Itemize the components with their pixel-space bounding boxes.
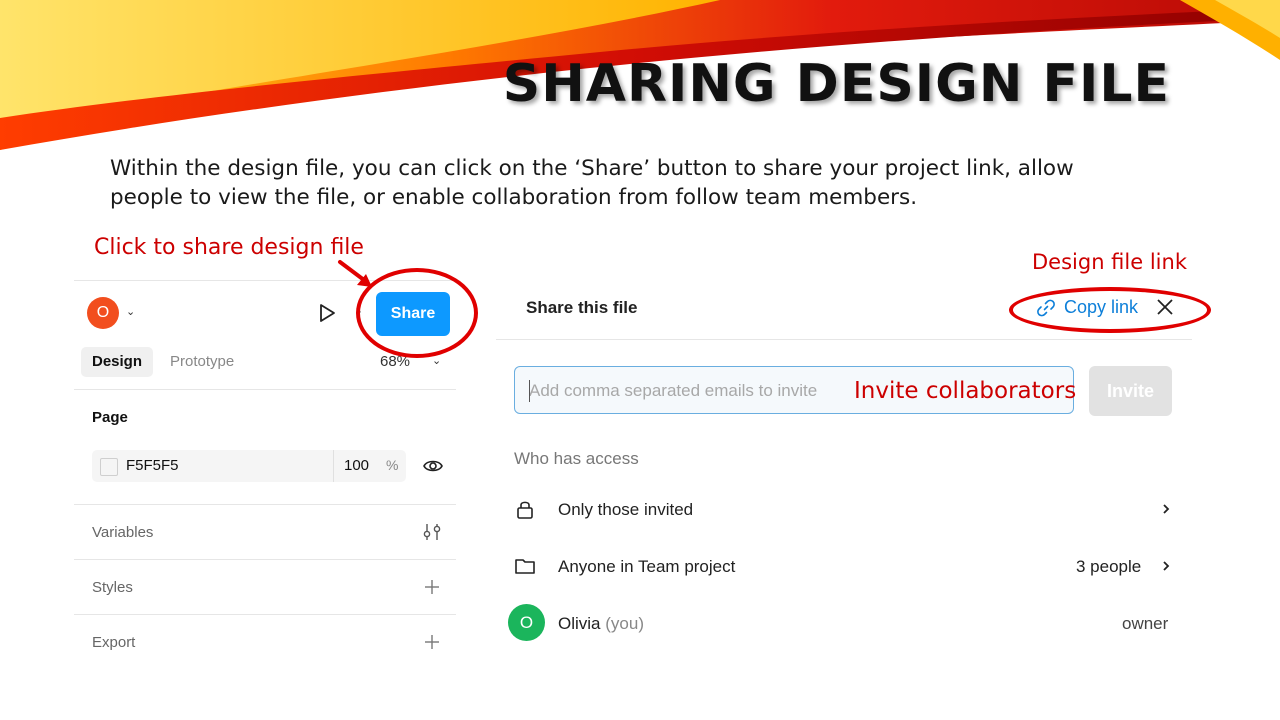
intro-paragraph: Within the design file, you can click on… [110, 156, 1074, 210]
link-icon [1037, 299, 1055, 316]
play-icon[interactable] [316, 302, 338, 324]
chevron-right-icon[interactable] [1160, 502, 1172, 516]
zoom-level[interactable]: 68% [380, 353, 410, 370]
chevron-down-icon[interactable]: ⌄ [432, 354, 441, 367]
slide-title: SHARING DESIGN FILE [502, 54, 1170, 114]
opacity-unit: % [386, 457, 399, 473]
export-section[interactable]: Export [92, 634, 135, 651]
page-opacity[interactable]: 100 [344, 457, 369, 474]
lock-icon [517, 501, 533, 519]
divider [74, 280, 456, 281]
close-icon[interactable] [1155, 297, 1175, 317]
variables-section[interactable]: Variables [92, 524, 153, 541]
user-entry: Olivia (you) [558, 614, 644, 634]
divider [74, 559, 456, 560]
user-role: owner [1122, 614, 1169, 633]
plus-icon[interactable] [424, 634, 440, 650]
access-team-project[interactable]: Anyone in Team project [558, 557, 735, 577]
plus-icon[interactable] [424, 579, 440, 595]
page-color-hex[interactable]: F5F5F5 [126, 457, 179, 474]
sliders-icon[interactable] [422, 522, 442, 542]
team-people-count[interactable]: 3 people [1076, 557, 1141, 577]
invite-button[interactable]: Invite [1089, 366, 1172, 416]
chevron-down-icon[interactable]: ⌄ [126, 305, 135, 318]
page-section-title: Page [92, 409, 128, 426]
annotation-link: Design file link [1032, 250, 1187, 274]
folder-icon [515, 559, 535, 574]
access-only-invited[interactable]: Only those invited [558, 500, 693, 520]
styles-section[interactable]: Styles [92, 579, 133, 596]
copy-link-button[interactable]: Copy link [1036, 297, 1138, 318]
user-name: Olivia [558, 614, 601, 633]
page-color-row[interactable]: F5F5F5 100 % [92, 450, 406, 482]
red-arrow-icon [338, 260, 372, 287]
eye-icon[interactable] [422, 455, 444, 477]
divider [74, 504, 456, 505]
share-dialog: Share this file Copy link Invite Who has… [496, 280, 1192, 660]
color-swatch[interactable] [100, 458, 118, 476]
who-has-access-heading: Who has access [514, 449, 639, 468]
share-button[interactable]: Share [376, 292, 450, 336]
text-caret [529, 380, 530, 402]
divider [496, 339, 1192, 340]
copy-link-label: Copy link [1064, 297, 1139, 317]
divider [74, 389, 456, 390]
avatar: O [508, 604, 545, 641]
design-sidebar: O ⌄ ⌄ Share Design Prototype 68% ⌄ Page … [74, 280, 456, 660]
tab-design[interactable]: Design [81, 347, 154, 377]
chevron-down-icon[interactable]: ⌄ [354, 304, 363, 317]
divider [333, 450, 334, 482]
divider [74, 614, 456, 615]
chevron-right-icon[interactable] [1160, 559, 1172, 573]
tab-prototype[interactable]: Prototype [159, 347, 245, 377]
file-avatar[interactable]: O [87, 297, 119, 329]
share-dialog-title: Share this file [526, 298, 638, 317]
annotation-share: Click to share design file [94, 235, 364, 260]
annotation-invite: Invite collaborators [854, 378, 1077, 404]
user-you-tag: (you) [605, 614, 644, 633]
